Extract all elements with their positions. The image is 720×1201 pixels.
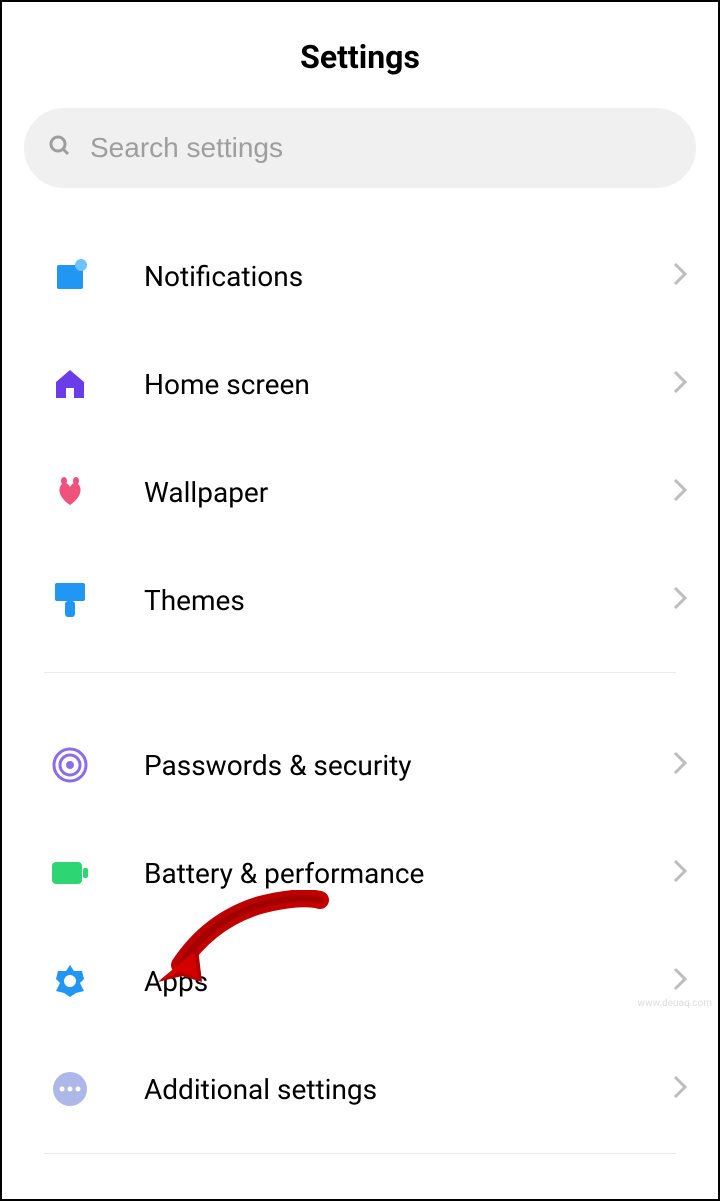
settings-item-notifications[interactable]: Notifications: [2, 222, 718, 330]
settings-item-label: Battery & performance: [144, 857, 672, 890]
chevron-right-icon: [672, 477, 688, 507]
security-icon: [50, 745, 90, 785]
battery-icon: [50, 853, 90, 893]
settings-group-2: Passwords & security Battery & performan…: [2, 711, 718, 1143]
settings-item-home-screen[interactable]: Home screen: [2, 330, 718, 438]
settings-item-battery-performance[interactable]: Battery & performance: [2, 819, 718, 927]
watermark: www.deuaq.com: [638, 998, 713, 1009]
chevron-right-icon: [672, 261, 688, 291]
settings-item-label: Themes: [144, 584, 672, 617]
search-bar[interactable]: [24, 108, 696, 188]
settings-item-themes[interactable]: Themes: [2, 546, 718, 654]
chevron-right-icon: [672, 858, 688, 888]
search-input[interactable]: [90, 132, 672, 164]
additional-icon: [50, 1069, 90, 1109]
notifications-icon: [50, 256, 90, 296]
settings-item-label: Passwords & security: [144, 749, 672, 782]
settings-item-label: Home screen: [144, 368, 672, 401]
settings-item-passwords-security[interactable]: Passwords & security: [2, 711, 718, 819]
settings-item-label: Additional settings: [144, 1073, 672, 1106]
chevron-right-icon: [672, 966, 688, 996]
chevron-right-icon: [672, 369, 688, 399]
divider: [44, 672, 676, 673]
divider: [44, 1153, 676, 1154]
home-icon: [50, 364, 90, 404]
chevron-right-icon: [672, 750, 688, 780]
themes-icon: [50, 580, 90, 620]
settings-item-apps[interactable]: Apps: [2, 927, 718, 1035]
header: Settings: [2, 2, 718, 108]
settings-item-wallpaper[interactable]: Wallpaper: [2, 438, 718, 546]
page-title: Settings: [2, 38, 718, 76]
chevron-right-icon: [672, 1074, 688, 1104]
settings-item-label: Apps: [144, 965, 672, 998]
settings-item-label: Wallpaper: [144, 476, 672, 509]
settings-item-label: Notifications: [144, 260, 672, 293]
chevron-right-icon: [672, 585, 688, 615]
settings-item-additional-settings[interactable]: Additional settings: [2, 1035, 718, 1143]
search-icon: [48, 134, 72, 162]
settings-group-1: Notifications Home screen Wallpaper: [2, 222, 718, 654]
apps-icon: [50, 961, 90, 1001]
wallpaper-icon: [50, 472, 90, 512]
